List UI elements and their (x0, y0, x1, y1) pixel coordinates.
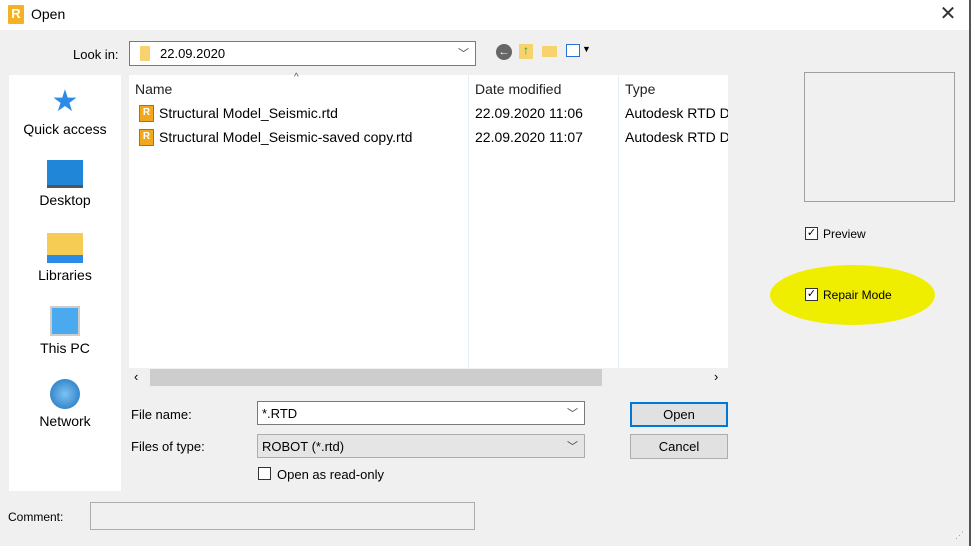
up-folder-icon[interactable]: ↑ (519, 44, 533, 59)
file-type: Autodesk RTD D (625, 129, 728, 145)
file-type-value: ROBOT (*.rtd) (262, 439, 345, 454)
file-date: 22.09.2020 11:06 (475, 105, 583, 121)
sidebar-item-desktop[interactable]: Desktop (9, 160, 121, 208)
file-name-input[interactable]: *.RTD ﹀ (257, 401, 585, 425)
sidebar-item-label: Network (39, 413, 91, 429)
header-date-modified[interactable]: Date modified (475, 81, 561, 97)
resize-grip-icon[interactable]: ⋰ (955, 530, 964, 541)
scroll-right-icon[interactable]: › (714, 369, 718, 384)
preview-pane (804, 72, 955, 202)
star-icon: ★ (51, 85, 79, 118)
view-menu-icon[interactable]: ▼ (566, 44, 591, 58)
scrollbar-thumb[interactable] (150, 369, 602, 386)
preview-checkbox[interactable]: ✓ (805, 227, 818, 240)
chevron-down-icon: ﹀ (567, 441, 578, 453)
network-icon (50, 379, 80, 409)
sidebar-item-quick-access[interactable]: ★ Quick access (9, 85, 121, 138)
comment-field[interactable] (90, 502, 475, 530)
app-icon: R (8, 5, 24, 24)
window-title: Open (31, 6, 66, 22)
back-icon[interactable]: ← (496, 44, 512, 60)
chevron-down-icon: ﹀ (458, 48, 469, 60)
look-in-label: Look in: (73, 47, 119, 62)
chevron-down-icon[interactable]: ﹀ (567, 405, 578, 421)
file-name: Structural Model_Seismic-saved copy.rtd (159, 129, 413, 145)
rtd-file-icon: R (139, 105, 154, 122)
title-bar: R Open ✕ (0, 0, 969, 30)
read-only-checkbox[interactable] (258, 467, 271, 480)
file-name: Structural Model_Seismic.rtd (159, 105, 338, 121)
open-button[interactable]: Open (630, 402, 728, 427)
header-name[interactable]: Name (135, 81, 172, 97)
file-row[interactable]: R Structural Model_Seismic-saved copy.rt… (129, 127, 728, 149)
file-row[interactable]: R Structural Model_Seismic.rtd 22.09.202… (129, 103, 728, 125)
rtd-file-icon: R (139, 129, 154, 146)
sort-ascending-icon: ^ (294, 72, 299, 83)
look-in-select[interactable]: 22.09.2020 ﹀ (129, 41, 476, 66)
file-date: 22.09.2020 11:07 (475, 129, 583, 145)
repair-mode-checkbox[interactable]: ✓ (805, 288, 818, 301)
file-name-label: File name: (131, 407, 192, 422)
file-type-select[interactable]: ROBOT (*.rtd) ﹀ (257, 434, 585, 458)
comment-label: Comment: (8, 510, 64, 524)
sidebar-item-label: Quick access (23, 121, 107, 137)
sidebar-item-network[interactable]: Network (9, 379, 121, 429)
desktop-icon (47, 160, 83, 188)
sidebar-item-label: Desktop (39, 192, 91, 208)
file-name-value: *.RTD (262, 406, 298, 421)
scroll-left-icon[interactable]: ‹ (134, 369, 138, 384)
look-in-value: 22.09.2020 (160, 46, 226, 61)
header-type[interactable]: Type (625, 81, 655, 97)
read-only-label[interactable]: Open as read-only (277, 467, 384, 482)
preview-label[interactable]: Preview (823, 227, 866, 241)
sidebar-item-label: This PC (40, 340, 90, 356)
new-folder-icon[interactable] (542, 46, 557, 57)
horizontal-scrollbar[interactable]: ‹ › (129, 368, 728, 388)
cancel-button[interactable]: Cancel (630, 434, 728, 459)
computer-icon (50, 306, 80, 336)
repair-mode-label[interactable]: Repair Mode (823, 288, 892, 302)
folder-icon (140, 46, 150, 61)
file-type: Autodesk RTD D (625, 105, 728, 121)
close-icon[interactable]: ✕ (938, 2, 958, 26)
libraries-icon (47, 233, 83, 263)
places-sidebar: ★ Quick access Desktop Libraries This PC … (9, 75, 121, 491)
sidebar-item-this-pc[interactable]: This PC (9, 306, 121, 356)
sidebar-item-label: Libraries (38, 267, 92, 283)
file-list[interactable]: ^ Name Date modified Type R Structural M… (129, 72, 728, 368)
sidebar-item-libraries[interactable]: Libraries (9, 233, 121, 283)
file-type-label: Files of type: (131, 439, 205, 454)
